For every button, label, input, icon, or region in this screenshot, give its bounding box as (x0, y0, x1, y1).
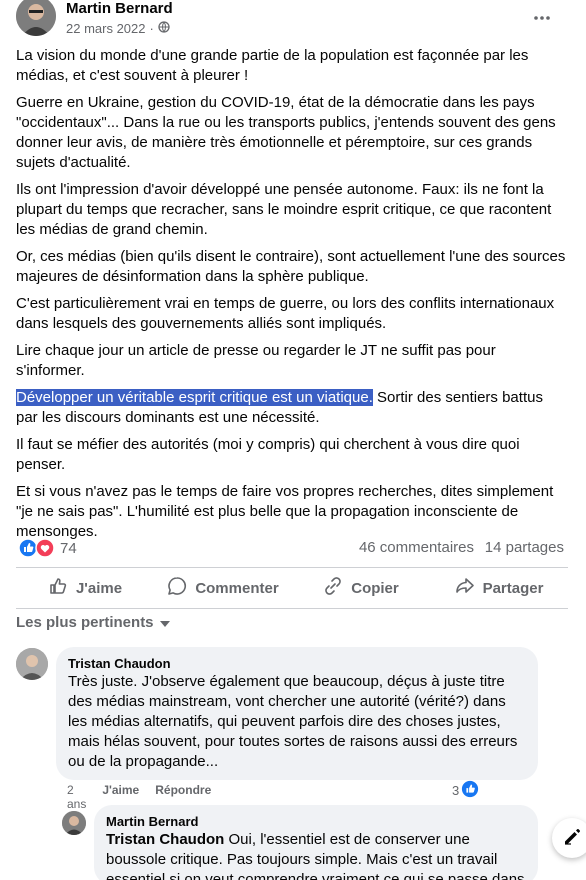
comment-mention[interactable]: Tristan Chaudon (106, 831, 224, 848)
share-label: Partager (482, 579, 544, 597)
thumbs-up-icon (48, 576, 68, 600)
new-message-button[interactable] (552, 818, 586, 858)
comment-text: Très juste. J'observe également que beau… (68, 673, 518, 770)
post-paragraph: Ils ont l'impression d'avoir développé u… (16, 181, 552, 238)
post-paragraph: Et si vous n'avez pas le temps de faire … (16, 483, 554, 540)
share-button[interactable]: Partager (430, 570, 568, 606)
post-paragraph: Or, ces médias (bien qu'ils disent le co… (16, 248, 566, 285)
copy-icon (323, 576, 343, 600)
globe-icon (158, 21, 170, 36)
divider (16, 567, 568, 568)
comment-sort-dropdown[interactable]: Les plus pertinents (16, 614, 170, 631)
like-label: J'aime (75, 579, 123, 597)
divider (16, 608, 568, 609)
post-paragraph: Développer un véritable esprit critique … (16, 388, 568, 428)
post-header: Martin Bernard 22 mars 2022 · (0, 0, 586, 44)
post-body: La vision du monde d'une grande partie d… (16, 46, 568, 549)
post-date[interactable]: 22 mars 2022 (66, 21, 146, 36)
comment-count[interactable]: 46 commentaires (359, 539, 474, 556)
share-icon (455, 576, 475, 600)
copy-label: Copier (351, 579, 399, 597)
reaction-icons[interactable] (18, 538, 55, 563)
caret-down-icon (159, 614, 170, 631)
post-paragraph: C'est particulièrement vrai en temps de … (16, 295, 555, 332)
reaction-count[interactable]: 74 (60, 540, 77, 557)
post-paragraph: Lire chaque jour un article de presse ou… (16, 342, 496, 379)
author-name[interactable]: Martin Bernard (66, 0, 173, 17)
post-meta: 22 mars 2022 · (66, 21, 170, 36)
reactions-row: 74 46 commentaires 14 partages (16, 537, 568, 559)
selected-text: Développer un véritable esprit critique … (16, 389, 373, 406)
comment-reactions[interactable]: 3 (452, 780, 479, 801)
commenter-avatar[interactable] (62, 811, 86, 835)
share-count[interactable]: 14 partages (485, 539, 564, 556)
comment-button[interactable]: Commenter (154, 570, 292, 606)
comment-author[interactable]: Martin Bernard (106, 813, 526, 830)
comment-label: Commenter (195, 579, 279, 597)
comment-reaction-count: 3 (452, 783, 460, 798)
like-reaction-icon (461, 780, 479, 801)
comment-age[interactable]: 2 ans (67, 783, 86, 811)
post-paragraph: La vision du monde d'une grande partie d… (16, 47, 529, 84)
commenter-avatar[interactable] (16, 648, 48, 680)
comment-bubble: Tristan Chaudon Très juste. J'observe ég… (56, 647, 538, 780)
author-avatar[interactable] (16, 0, 56, 36)
post-paragraph: Il faut se méfier des autorités (moi y c… (16, 436, 520, 473)
comment-author[interactable]: Tristan Chaudon (68, 655, 526, 672)
like-button[interactable]: J'aime (16, 570, 154, 606)
comment-bubble: Martin Bernard Tristan Chaudon Oui, l'es… (94, 805, 538, 880)
sort-label: Les plus pertinents (16, 614, 154, 631)
edit-icon (562, 826, 582, 851)
actions-row: J'aime Commenter Copier Partager (16, 570, 568, 606)
comment-text: Tristan Chaudon Oui, l'essentiel est de … (106, 831, 525, 880)
copy-button[interactable]: Copier (292, 570, 430, 606)
more-options-icon[interactable] (532, 8, 552, 28)
post-paragraph: Guerre en Ukraine, gestion du COVID-19, … (16, 94, 556, 171)
love-reaction-icon (35, 538, 55, 563)
comment-icon (167, 576, 187, 600)
